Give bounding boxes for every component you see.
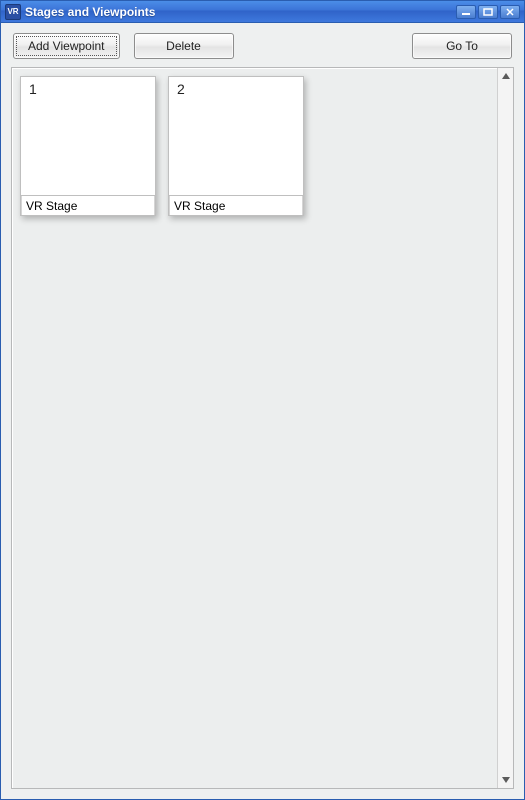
title-bar[interactable]: VR Stages and Viewpoints xyxy=(1,1,524,23)
window-title: Stages and Viewpoints xyxy=(25,5,155,19)
content-wrapper: 1 2 xyxy=(11,67,514,789)
viewpoints-grid: 1 2 xyxy=(12,68,497,788)
scroll-up-button[interactable] xyxy=(500,70,512,82)
viewpoint-label-wrap xyxy=(169,195,303,215)
chevron-up-icon xyxy=(502,73,510,79)
delete-button[interactable]: Delete xyxy=(134,33,234,59)
viewpoint-label-input[interactable] xyxy=(21,196,155,215)
scroll-down-button[interactable] xyxy=(500,774,512,786)
toolbar: Add Viewpoint Delete Go To xyxy=(1,23,524,67)
maximize-button[interactable] xyxy=(478,5,498,19)
close-button[interactable] xyxy=(500,5,520,19)
viewpoint-index: 1 xyxy=(29,81,37,97)
window-frame: VR Stages and Viewpoints Add Viewpoint D… xyxy=(0,0,525,800)
maximize-icon xyxy=(483,8,493,16)
app-icon-label: VR xyxy=(7,7,18,16)
toolbar-spacer xyxy=(248,33,399,59)
goto-button[interactable]: Go To xyxy=(412,33,512,59)
viewpoint-label-input[interactable] xyxy=(169,196,303,215)
viewpoint-preview[interactable]: 2 xyxy=(169,77,303,195)
viewpoint-label-wrap xyxy=(21,195,155,215)
viewpoint-index: 2 xyxy=(177,81,185,97)
viewpoint-card[interactable]: 1 xyxy=(20,76,156,216)
viewpoint-card[interactable]: 2 xyxy=(168,76,304,216)
viewpoints-panel: 1 2 xyxy=(11,67,514,789)
app-icon: VR xyxy=(5,4,21,20)
close-icon xyxy=(505,8,515,16)
chevron-down-icon xyxy=(502,777,510,783)
vertical-scrollbar[interactable] xyxy=(497,68,513,788)
minimize-button[interactable] xyxy=(456,5,476,19)
add-viewpoint-button[interactable]: Add Viewpoint xyxy=(13,33,120,59)
viewpoint-preview[interactable]: 1 xyxy=(21,77,155,195)
window-controls xyxy=(456,5,520,19)
minimize-icon xyxy=(461,8,471,16)
